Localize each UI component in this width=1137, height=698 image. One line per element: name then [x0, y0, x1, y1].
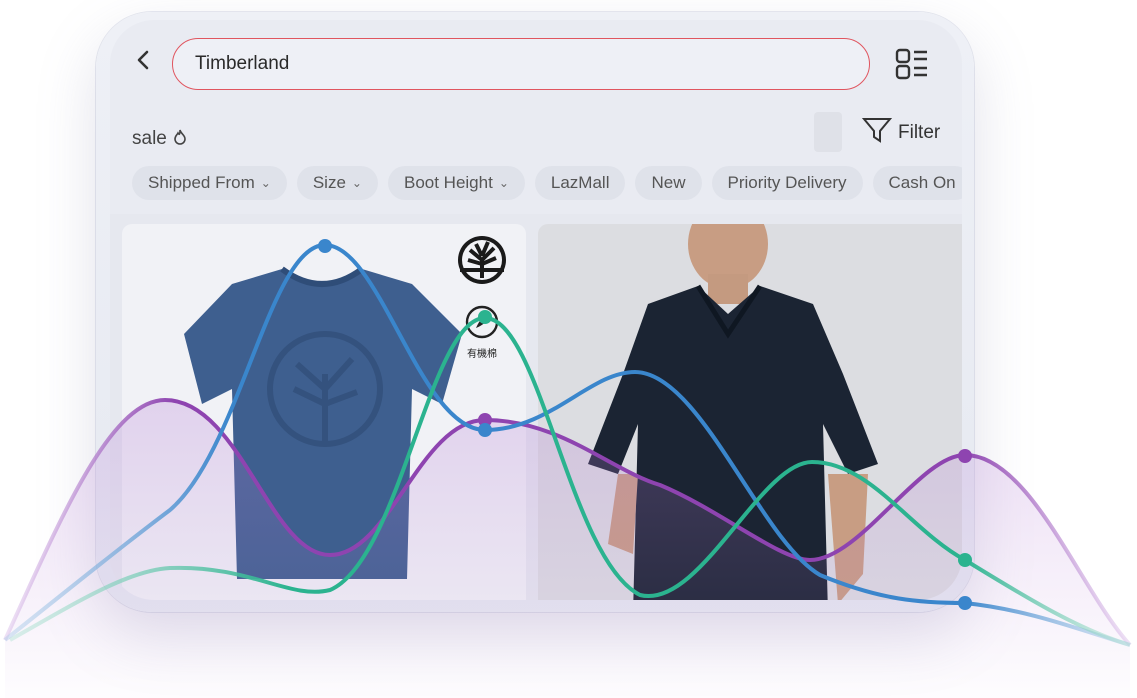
chip-label: Size: [312, 173, 346, 192]
chip-boot-height[interactable]: Boot Height ⌄: [387, 166, 525, 200]
chip-label: Shipped From: [148, 173, 255, 192]
filter-chip-row: Shipped From ⌄ Size ⌄ Boot Height ⌄ LazMall…: [132, 166, 962, 200]
sort-placeholder: [814, 112, 842, 152]
chip-new[interactable]: New: [635, 166, 702, 200]
chip-lazmall[interactable]: LazMall: [534, 166, 626, 200]
chip-priority-delivery[interactable]: Priority Delivery: [711, 166, 863, 200]
badge-text: 有機棉: [467, 349, 497, 360]
app-screen: sale Filter Shipped From ⌄ Size ⌄ Boot Hei…: [110, 20, 962, 600]
chip-label: LazMall: [550, 173, 610, 192]
chip-label: New: [651, 173, 686, 192]
chip-cash-on[interactable]: Cash On: [872, 166, 962, 200]
sale-tag[interactable]: sale: [132, 128, 188, 150]
fire-icon: [172, 128, 188, 149]
back-arrow-icon[interactable]: [132, 48, 156, 72]
product-card[interactable]: 有機棉: [122, 224, 526, 600]
product-image-polo: [588, 224, 878, 600]
chip-label: Cash On: [888, 173, 956, 192]
chevron-down-icon: ⌄: [498, 176, 509, 190]
product-grid: 有機棉: [110, 214, 962, 600]
chip-label: Boot Height: [403, 173, 493, 192]
timberland-tree-logo-icon: [456, 234, 508, 291]
filter-button[interactable]: Filter: [861, 116, 941, 150]
organic-cotton-badge: 有機棉: [460, 304, 504, 360]
chip-shipped-from[interactable]: Shipped From ⌄: [132, 166, 287, 200]
organic-cotton-badge-icon: [465, 305, 499, 339]
search-bar[interactable]: [172, 38, 870, 90]
chip-size[interactable]: Size ⌄: [296, 166, 378, 200]
product-card[interactable]: [538, 224, 962, 600]
filter-funnel-icon: [861, 116, 893, 150]
layout-toggle-icon[interactable]: [894, 46, 930, 82]
chevron-down-icon: ⌄: [260, 176, 271, 190]
chevron-down-icon: ⌄: [351, 176, 362, 190]
device-frame: sale Filter Shipped From ⌄ Size ⌄ Boot Hei…: [96, 12, 974, 612]
filter-label: Filter: [898, 122, 941, 143]
chip-label: Priority Delivery: [727, 173, 847, 192]
search-input[interactable]: [193, 52, 869, 76]
sale-label: sale: [132, 128, 167, 149]
